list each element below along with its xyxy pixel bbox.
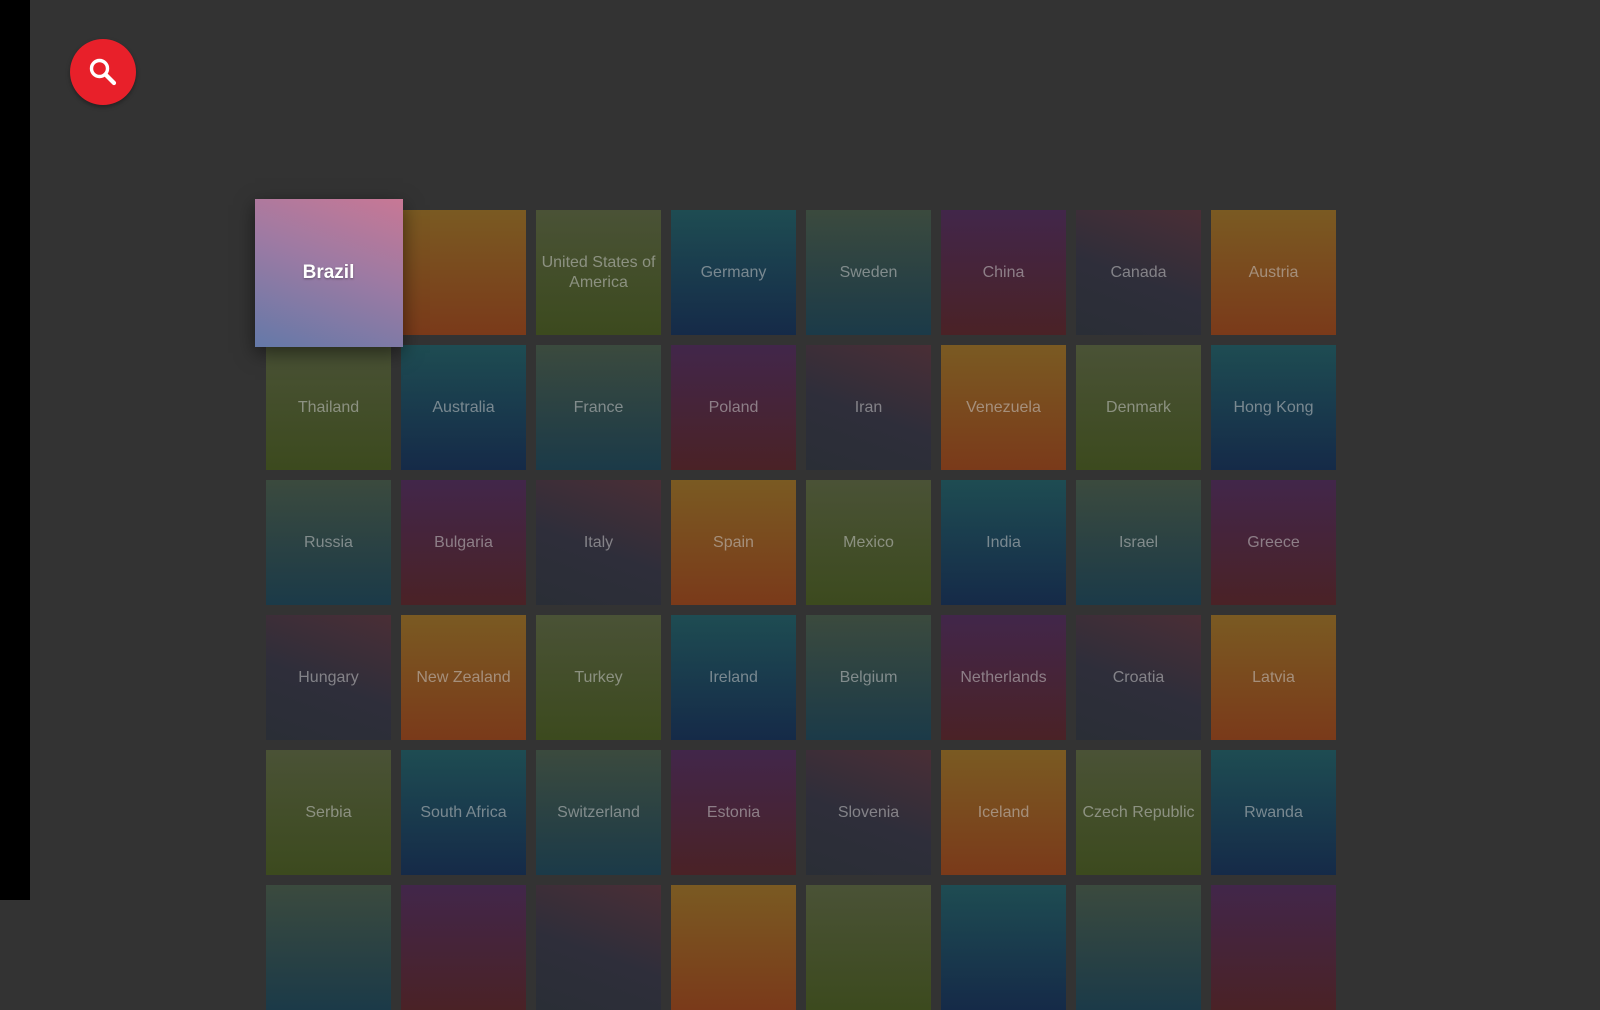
- country-tile[interactable]: Serbia: [266, 750, 391, 875]
- country-tile-label: Belgium: [839, 668, 898, 686]
- country-tile[interactable]: India: [941, 480, 1066, 605]
- country-tile-label: Italy: [583, 533, 614, 551]
- country-tile-label: Sweden: [839, 263, 898, 281]
- country-tile-label: Israel: [1118, 533, 1159, 551]
- country-tile-label: Iran: [854, 398, 883, 416]
- country-tile[interactable]: Rwanda: [1211, 750, 1336, 875]
- country-tile[interactable]: New Zealand: [401, 615, 526, 740]
- country-tile-label: Thailand: [297, 398, 360, 416]
- country-tile-label: Serbia: [305, 803, 352, 821]
- country-tile-label: New Zealand: [416, 668, 511, 686]
- country-tile[interactable]: Canada: [1076, 210, 1201, 335]
- country-tile[interactable]: Czech Republic: [1076, 750, 1201, 875]
- country-tile[interactable]: Poland: [671, 345, 796, 470]
- country-tile[interactable]: Mexico: [806, 480, 931, 605]
- country-tile-label: Austria: [1248, 263, 1299, 281]
- country-tile-label: Ireland: [709, 668, 758, 686]
- country-tile-label: Mexico: [843, 533, 894, 551]
- country-tile[interactable]: Latvia: [1211, 615, 1336, 740]
- country-tile[interactable]: [536, 885, 661, 1010]
- country-tile-label: Turkey: [574, 668, 623, 686]
- country-tile-label: Poland: [708, 398, 759, 416]
- country-tile-label: Czech Republic: [1082, 803, 1195, 821]
- country-tile[interactable]: [806, 885, 931, 1010]
- country-tile-label: Hungary: [298, 668, 359, 686]
- country-tile-label: Estonia: [706, 803, 761, 821]
- country-tile[interactable]: Hungary: [266, 615, 391, 740]
- country-tile[interactable]: Germany: [671, 210, 796, 335]
- country-tile[interactable]: Hong Kong: [1211, 345, 1336, 470]
- country-tile[interactable]: [401, 885, 526, 1010]
- country-tile[interactable]: South Africa: [401, 750, 526, 875]
- country-tile[interactable]: Denmark: [1076, 345, 1201, 470]
- country-grid: Brazil United States of America Germany Swe…: [0, 0, 1600, 1010]
- country-tile[interactable]: Switzerland: [536, 750, 661, 875]
- country-tile[interactable]: [1076, 885, 1201, 1010]
- country-tile-label: Greece: [1247, 533, 1300, 551]
- country-tile-label: Australia: [432, 398, 495, 416]
- country-tile-label: Rwanda: [1244, 803, 1303, 821]
- country-tile[interactable]: United States of America: [536, 210, 661, 335]
- country-tile[interactable]: Russia: [266, 480, 391, 605]
- country-tile[interactable]: Ireland: [671, 615, 796, 740]
- country-tile[interactable]: China: [941, 210, 1066, 335]
- country-tile-label: Brazil: [302, 261, 355, 283]
- country-tile[interactable]: Thailand: [266, 345, 391, 470]
- country-tile[interactable]: [266, 885, 391, 1010]
- country-tile[interactable]: [941, 885, 1066, 1010]
- country-tile[interactable]: [401, 210, 526, 335]
- country-tile-label: France: [573, 398, 624, 416]
- country-tile[interactable]: Estonia: [671, 750, 796, 875]
- country-tile[interactable]: France: [536, 345, 661, 470]
- country-tile[interactable]: Bulgaria: [401, 480, 526, 605]
- country-tile-label: Netherlands: [960, 668, 1047, 686]
- country-tile[interactable]: Greece: [1211, 480, 1336, 605]
- country-tile-label: Croatia: [1112, 668, 1165, 686]
- country-tile[interactable]: Israel: [1076, 480, 1201, 605]
- country-tile[interactable]: Italy: [536, 480, 661, 605]
- country-tile[interactable]: Australia: [401, 345, 526, 470]
- country-tile-focused[interactable]: Brazil: [254, 198, 403, 347]
- country-tile[interactable]: Slovenia: [806, 750, 931, 875]
- country-tile-label: Switzerland: [557, 803, 640, 821]
- country-tile[interactable]: Spain: [671, 480, 796, 605]
- country-tile-label: Iceland: [977, 803, 1030, 821]
- country-tile-label: Bulgaria: [434, 533, 493, 551]
- country-tile[interactable]: Belgium: [806, 615, 931, 740]
- country-tile[interactable]: Venezuela: [941, 345, 1066, 470]
- country-tile[interactable]: Netherlands: [941, 615, 1066, 740]
- country-tile-label: United States of America: [541, 253, 656, 291]
- country-tile-label: Denmark: [1106, 398, 1171, 416]
- country-tile[interactable]: Turkey: [536, 615, 661, 740]
- country-tile[interactable]: Iran: [806, 345, 931, 470]
- country-tile[interactable]: Sweden: [806, 210, 931, 335]
- country-tile[interactable]: [1211, 885, 1336, 1010]
- country-tile-label: Venezuela: [966, 398, 1041, 416]
- country-tile-label: Germany: [700, 263, 767, 281]
- country-tile-label: Slovenia: [837, 803, 900, 821]
- country-tile-label: China: [982, 263, 1025, 281]
- country-tile-label: India: [986, 533, 1021, 551]
- country-tile[interactable]: Croatia: [1076, 615, 1201, 740]
- country-tile-label: Canada: [1110, 263, 1167, 281]
- country-tile-label: Spain: [713, 533, 754, 551]
- country-tile[interactable]: Iceland: [941, 750, 1066, 875]
- country-tile[interactable]: Austria: [1211, 210, 1336, 335]
- country-tile-label: South Africa: [420, 803, 507, 821]
- country-tile-label: Latvia: [1252, 668, 1295, 686]
- country-tile[interactable]: [671, 885, 796, 1010]
- country-tile-label: Russia: [304, 533, 353, 551]
- country-tile-label: Hong Kong: [1233, 398, 1314, 416]
